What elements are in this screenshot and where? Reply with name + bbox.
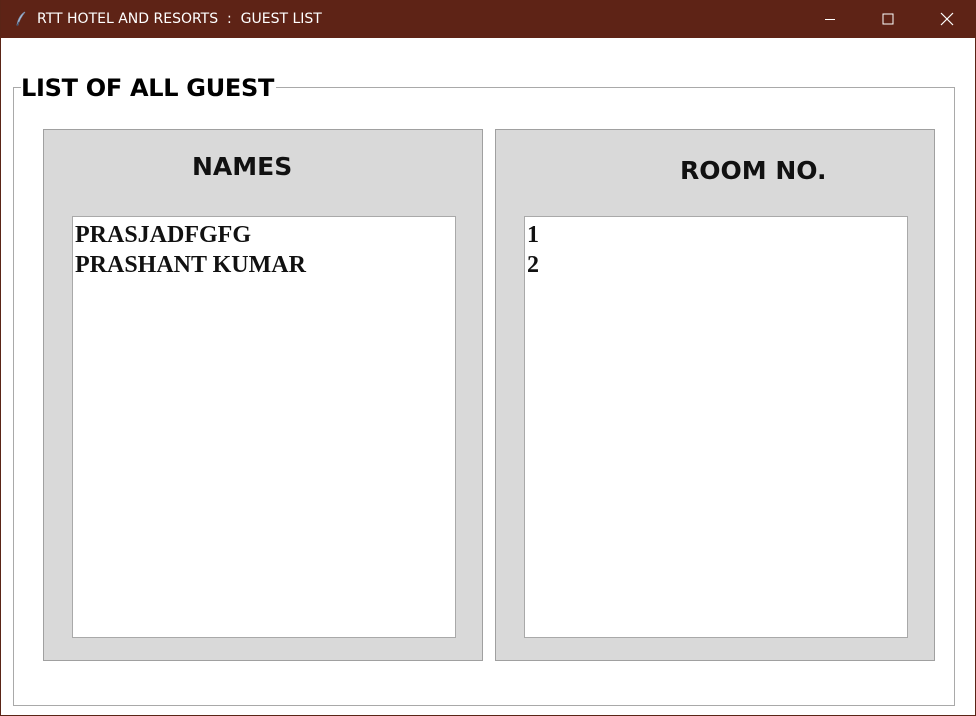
maximize-icon (882, 13, 894, 25)
rooms-panel: ROOM NO. 1 2 (495, 129, 935, 661)
minimize-button[interactable] (801, 0, 859, 38)
list-item[interactable]: 2 (525, 250, 907, 280)
feather-icon (16, 11, 26, 27)
names-panel: NAMES PRASJADFGFG PRASHANT KUMAR (43, 129, 483, 661)
close-icon (940, 12, 954, 26)
rooms-listbox[interactable]: 1 2 (524, 216, 908, 638)
close-button[interactable] (918, 0, 976, 38)
maximize-button[interactable] (859, 0, 917, 38)
app-window: RTT HOTEL AND RESORTS : GUEST LIST LIST … (0, 0, 976, 716)
window-title: RTT HOTEL AND RESORTS : GUEST LIST (37, 11, 322, 27)
group-title: LIST OF ALL GUEST (21, 73, 277, 103)
list-item[interactable]: PRASHANT KUMAR (73, 250, 455, 280)
room-no-heading: ROOM NO. (680, 156, 827, 185)
names-heading: NAMES (192, 152, 293, 181)
minimize-icon (825, 19, 835, 20)
names-listbox[interactable]: PRASJADFGFG PRASHANT KUMAR (72, 216, 456, 638)
list-item[interactable]: PRASJADFGFG (73, 220, 455, 250)
title-bar[interactable]: RTT HOTEL AND RESORTS : GUEST LIST (1, 0, 976, 38)
list-item[interactable]: 1 (525, 220, 907, 250)
